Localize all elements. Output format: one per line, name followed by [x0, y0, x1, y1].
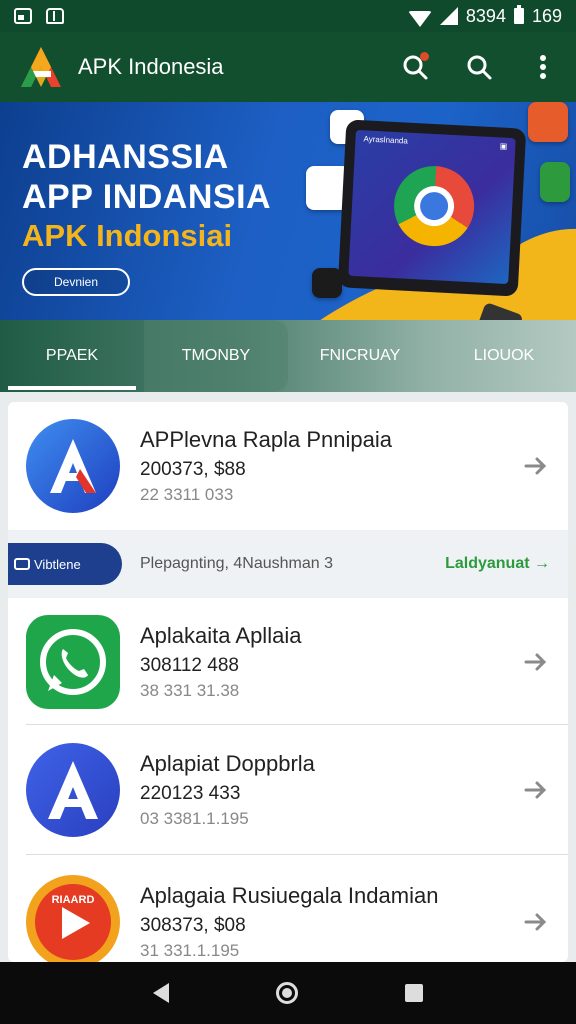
category-tabs: PPAEK TMONBY FNICRUAY LIOUOK	[0, 320, 576, 392]
app-name: Aplapiat Doppbrla	[140, 751, 315, 776]
tab-tmonby[interactable]: TMONBY	[144, 320, 288, 392]
app-name: APPlevna Rapla Pnnipaia	[140, 427, 392, 452]
battery-icon	[513, 5, 524, 24]
app-float-icon	[528, 102, 568, 142]
chat-icon	[14, 558, 30, 570]
battery-percent: 8394	[465, 5, 506, 26]
apk-indonesia-logo-icon	[18, 44, 64, 90]
app-size: 308373, $08	[140, 915, 246, 936]
tab-fnicruay[interactable]: FNICRUAY	[288, 320, 432, 392]
recents-icon[interactable]	[404, 984, 423, 1002]
a-letter-icon	[24, 417, 122, 515]
app-meta: 31 331.1.195	[140, 941, 240, 960]
promo-badge-label: Vibtlene	[34, 556, 81, 572]
app-size: 200373, $88	[140, 459, 246, 480]
arrow-right-icon[interactable]	[522, 452, 550, 480]
app-size: 220123 433	[140, 783, 241, 804]
app-name: Aplagaia Rusiuegala Indamian	[140, 883, 439, 908]
tablet-illustration: Ayraslnanda ▣	[337, 119, 527, 297]
search-icon[interactable]	[464, 52, 494, 82]
status-bar: 8394 169	[0, 0, 576, 32]
bag-notification-icon	[46, 8, 64, 24]
banner-headline-1: ADHANSSIA	[22, 138, 229, 176]
tab-liouok[interactable]: LIOUOK	[432, 320, 576, 392]
app-bar: APK Indonesia	[0, 32, 576, 102]
home-icon[interactable]	[275, 982, 298, 1004]
list-item[interactable]: APPlevna Rapla Pnnipaia 200373, $88 22 3…	[8, 402, 568, 530]
app-meta: 03 3381.1.195	[140, 809, 249, 828]
list-item[interactable]: RIAARD Aplagaia Rusiuegala Indamian 3083…	[8, 858, 568, 962]
list-item[interactable]: Aplakaita Apllaia 308112 488 38 331 31.3…	[8, 598, 568, 726]
promo-badge: Vibtlene	[8, 543, 122, 585]
a-letter-blue-icon	[24, 741, 122, 839]
promo-strip[interactable]: Vibtlene Plepagnting, 4Naushman 3 Laldya…	[8, 530, 568, 598]
notification-search-icon[interactable]	[400, 52, 430, 82]
wifi-icon	[407, 11, 432, 27]
banner-download-button[interactable]: Devnien	[22, 268, 130, 296]
app-float-icon	[540, 162, 570, 202]
app-meta: 22 3311 033	[140, 485, 234, 504]
tablet-title: Ayraslnanda	[363, 134, 409, 146]
divider	[26, 854, 568, 855]
chrome-icon	[392, 164, 477, 249]
gallery-notification-icon	[14, 8, 32, 24]
promo-banner[interactable]: Ayraslnanda ▣ ADHANSSIA APP INDANSIA APK …	[0, 102, 576, 320]
app-size: 308112 488	[140, 655, 239, 676]
divider	[26, 724, 568, 725]
arrow-right-icon[interactable]	[522, 648, 550, 676]
system-nav-bar	[0, 962, 576, 1024]
back-icon[interactable]	[153, 983, 170, 1003]
clock: 169	[531, 5, 562, 26]
promo-link-label: Laldyanuat	[445, 555, 530, 572]
banner-headline-3: APK Indonsiai	[22, 218, 233, 253]
app-list: APPlevna Rapla Pnnipaia 200373, $88 22 3…	[8, 402, 568, 962]
promo-link[interactable]: Laldyanuat →	[445, 555, 550, 573]
arrow-right-icon[interactable]	[522, 776, 550, 804]
banner-headline-2: APP INDANSIA	[22, 178, 272, 216]
arrow-right-icon[interactable]	[522, 908, 550, 936]
app-meta: 38 331 31.38	[140, 681, 240, 700]
more-vert-icon[interactable]	[528, 52, 558, 82]
notification-dot	[420, 52, 429, 61]
tab-ppaek[interactable]: PPAEK	[0, 320, 144, 392]
whatsapp-icon	[24, 613, 122, 711]
svg-text:RIAARD: RIAARD	[52, 894, 95, 906]
list-item[interactable]: Aplapiat Doppbrla 220123 433 03 3381.1.1…	[8, 726, 568, 854]
app-title: APK Indonesia	[78, 54, 224, 79]
promo-text: Plepagnting, 4Naushman 3	[140, 555, 334, 572]
app-name: Aplakaita Apllaia	[140, 623, 302, 648]
media-play-icon: RIAARD	[24, 873, 122, 962]
signal-icon	[439, 7, 458, 25]
